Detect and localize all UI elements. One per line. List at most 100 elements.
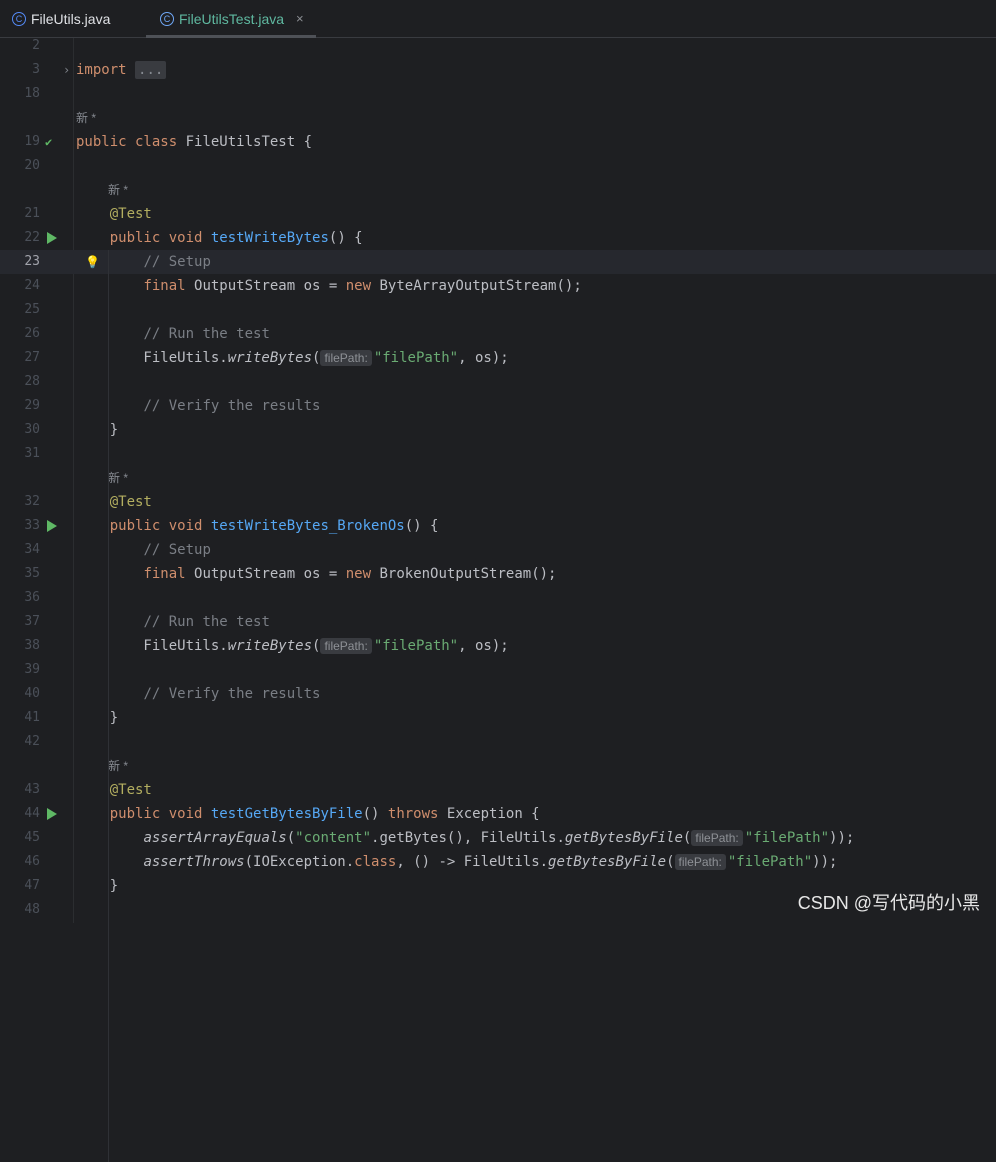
line-number: 2 (32, 38, 40, 53)
line-number: 19 (24, 134, 40, 149)
code-text[interactable]: // Run the test (76, 322, 269, 346)
code-text[interactable]: @Test (76, 778, 152, 802)
code-text[interactable]: // Setup (76, 250, 210, 274)
code-line[interactable]: 41 } (0, 706, 996, 730)
code-line[interactable]: 33 public void testWriteBytes_BrokenOs()… (0, 514, 996, 538)
run-test-icon[interactable] (47, 808, 57, 820)
code-text[interactable]: public void testGetBytesByFile() throws … (76, 802, 540, 826)
code-line[interactable]: 45 assertArrayEquals("content".getBytes(… (0, 826, 996, 850)
watermark: CSDN @写代码的小黑 (797, 893, 980, 913)
line-number: 36 (24, 590, 40, 605)
class-icon: C (12, 11, 26, 26)
code-text[interactable]: } (76, 874, 118, 898)
line-number: 20 (24, 158, 40, 173)
line-number: 44 (24, 806, 40, 821)
author-inlay-hint[interactable]: 新 * (76, 106, 96, 130)
code-line[interactable]: 42 (0, 730, 996, 754)
code-line[interactable]: 26 // Run the test (0, 322, 996, 346)
code-line[interactable]: 29 // Verify the results (0, 394, 996, 418)
run-test-icon[interactable] (47, 520, 57, 532)
line-number: 46 (24, 854, 40, 869)
line-number: 30 (24, 422, 40, 437)
author-inlay-hint[interactable]: 新 * (108, 466, 128, 490)
line-number: 25 (24, 302, 40, 317)
code-line[interactable]: 24 final OutputStream os = new ByteArray… (0, 274, 996, 298)
code-line[interactable]: 43 @Test (0, 778, 996, 802)
code-text[interactable]: public class FileUtilsTest { (76, 130, 312, 154)
tab-fileutils[interactable]: C FileUtils.java (12, 0, 110, 37)
code-text[interactable]: } (76, 706, 118, 730)
line-number: 18 (24, 86, 40, 101)
line-number: 29 (24, 398, 40, 413)
tab-label: FileUtilsTest.java (179, 10, 285, 27)
code-line[interactable]: 28 (0, 370, 996, 394)
fold-chevron-icon[interactable]: › (63, 58, 70, 82)
code-line[interactable]: 3 › import ... (0, 58, 996, 82)
code-text[interactable]: FileUtils.writeBytes(filePath: "filePath"… (76, 634, 509, 658)
line-number: 39 (24, 662, 40, 677)
code-line[interactable]: 22 public void testWriteBytes() { (0, 226, 996, 250)
indent-guide (108, 802, 109, 1162)
code-line[interactable]: 19 ✔ public class FileUtilsTest { (0, 130, 996, 154)
code-editor[interactable]: 2 3 › import ... 18 新 * 19 ✔ public class FileUt… (0, 38, 996, 1162)
line-number: 31 (24, 446, 40, 461)
code-line[interactable]: 30 } (0, 418, 996, 442)
code-text[interactable]: // Verify the results (76, 682, 320, 706)
code-line[interactable]: 35 final OutputStream os = new BrokenOut… (0, 562, 996, 586)
code-text[interactable]: @Test (76, 202, 152, 226)
code-text[interactable]: import ... (76, 58, 167, 82)
code-text[interactable]: @Test (76, 490, 152, 514)
line-number: 42 (24, 734, 40, 749)
code-line[interactable]: 40 // Verify the results (0, 682, 996, 706)
line-number: 41 (24, 710, 40, 725)
author-hint-line[interactable]: 新 * (0, 178, 996, 202)
line-number: 38 (24, 638, 40, 653)
code-line[interactable]: 2 (0, 34, 996, 58)
close-icon[interactable]: × (296, 11, 304, 26)
line-number: 24 (24, 278, 40, 293)
editor-tab-bar: C FileUtils.java C FileUtilsTest.java × (0, 0, 996, 38)
line-number: 32 (24, 494, 40, 509)
code-line[interactable]: 39 (0, 658, 996, 682)
author-inlay-hint[interactable]: 新 * (108, 178, 128, 202)
code-line[interactable]: 25 (0, 298, 996, 322)
code-line[interactable]: 44 public void testGetBytesByFile() thro… (0, 802, 996, 826)
run-all-tests-icon[interactable]: ✔ (45, 130, 52, 154)
code-text[interactable]: public void testWriteBytes_BrokenOs() { (76, 514, 439, 538)
code-line[interactable]: 21 @Test (0, 202, 996, 226)
line-number: 21 (24, 206, 40, 221)
code-line[interactable]: 36 (0, 586, 996, 610)
code-text[interactable]: final OutputStream os = new BrokenOutput… (76, 562, 556, 586)
line-number: 27 (24, 350, 40, 365)
code-line[interactable]: 27 FileUtils.writeBytes(filePath: "filePa… (0, 346, 996, 370)
tab-fileutilstest[interactable]: C FileUtilsTest.java × (146, 0, 316, 38)
code-line[interactable]: 32 @Test (0, 490, 996, 514)
author-inlay-hint[interactable]: 新 * (108, 754, 128, 778)
code-text[interactable]: assertThrows(IOException.class, () -> Fi… (76, 850, 837, 874)
author-hint-line[interactable]: 新 * (0, 466, 996, 490)
line-number: 45 (24, 830, 40, 845)
code-text[interactable]: FileUtils.writeBytes(filePath: "filePath"… (76, 346, 509, 370)
code-line[interactable]: 46 assertThrows(IOException.class, () ->… (0, 850, 996, 874)
line-number: 33 (24, 518, 40, 533)
code-text[interactable]: // Setup (76, 538, 210, 562)
code-line[interactable]: 37 // Run the test (0, 610, 996, 634)
author-hint-line[interactable]: 新 * (0, 106, 996, 130)
code-text[interactable]: assertArrayEquals("content".getBytes(), … (76, 826, 854, 850)
code-line[interactable]: 34 // Setup (0, 538, 996, 562)
author-hint-line[interactable]: 新 * (0, 754, 996, 778)
run-test-icon[interactable] (47, 232, 57, 244)
code-line[interactable]: 31 (0, 442, 996, 466)
code-text[interactable]: final OutputStream os = new ByteArrayOut… (76, 274, 581, 298)
line-number: 40 (24, 686, 40, 701)
code-text[interactable]: public void testWriteBytes() { (76, 226, 363, 250)
code-line[interactable]: 38 FileUtils.writeBytes(filePath: "filePa… (0, 634, 996, 658)
code-text[interactable]: // Run the test (76, 610, 269, 634)
line-number: 35 (24, 566, 40, 581)
code-line[interactable]: 23 💡 // Setup (0, 250, 996, 274)
tab-label: FileUtils.java (31, 10, 111, 27)
code-text[interactable]: // Verify the results (76, 394, 320, 418)
code-line[interactable]: 20 (0, 154, 996, 178)
code-text[interactable]: } (76, 418, 118, 442)
code-line[interactable]: 18 (0, 82, 996, 106)
